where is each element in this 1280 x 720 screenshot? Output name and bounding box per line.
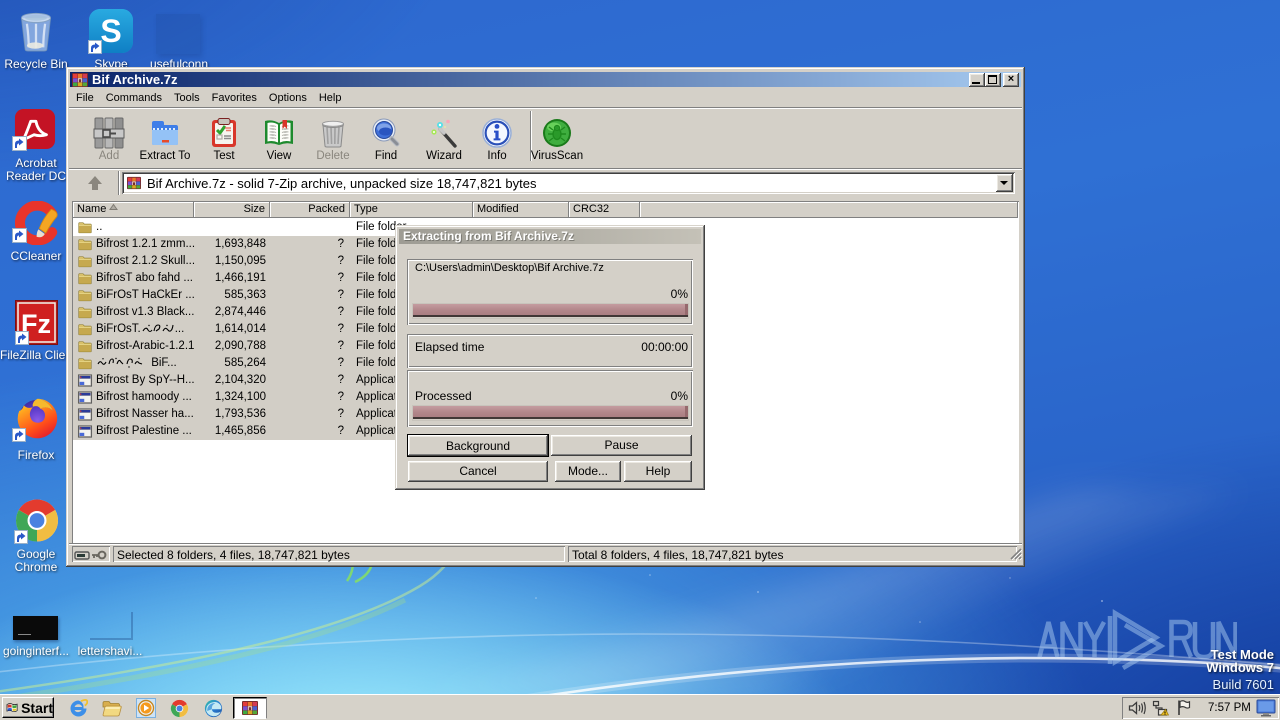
svg-text:S: S	[100, 13, 121, 49]
